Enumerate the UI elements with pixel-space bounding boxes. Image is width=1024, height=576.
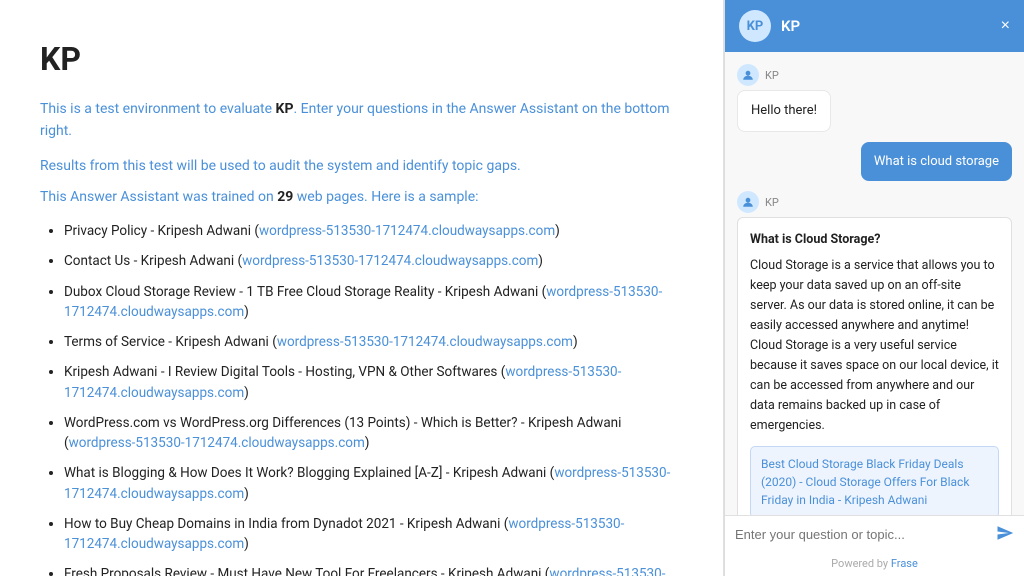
bot-avatar [737, 64, 759, 86]
page-link[interactable]: wordpress-513530-1712474.cloudwaysapps.c… [64, 364, 621, 400]
chat-input[interactable] [735, 527, 988, 542]
chat-messages: KP Hello there! What is cloud storage KP… [725, 52, 1024, 515]
bot-name-2: KP [765, 196, 779, 209]
trained-count: 29 [277, 189, 293, 205]
trained-text: This Answer Assistant was trained on 29 … [40, 189, 683, 205]
page-link[interactable]: wordpress-513530-1712474.cloudwaysapps.c… [64, 566, 665, 576]
page-link[interactable]: wordpress-513530-1712474.cloudwaysapps.c… [64, 465, 670, 501]
bot-avatar-2 [737, 191, 759, 213]
list-item: Dubox Cloud Storage Review - 1 TB Free C… [64, 282, 683, 323]
trained-prefix: This Answer Assistant was trained on [40, 189, 277, 205]
powered-by-row: Powered by Frase [725, 553, 1024, 576]
list-item: Terms of Service - Kripesh Adwani (wordp… [64, 332, 683, 352]
answer-card: What is Cloud Storage? Cloud Storage is … [737, 217, 1012, 515]
list-item: Privacy Policy - Kripesh Adwani (wordpre… [64, 221, 683, 241]
trained-suffix: web pages. Here is a sample: [293, 189, 478, 205]
send-button[interactable] [996, 524, 1014, 545]
page-link[interactable]: wordpress-513530-1712474.cloudwaysapps.c… [64, 284, 662, 320]
chat-header-title: KP [781, 17, 991, 35]
page-link[interactable]: wordpress-513530-1712474.cloudwaysapps.c… [69, 435, 365, 451]
bot-label-row-2: KP [737, 191, 1012, 213]
intro-audit: Results from this test will be used to a… [40, 155, 683, 177]
main-content: KP This is a test environment to evaluat… [0, 0, 724, 576]
list-item: How to Buy Cheap Domains in India from D… [64, 514, 683, 555]
chat-header: KP KP × [725, 0, 1024, 52]
powered-by-text: Powered by [831, 557, 891, 570]
pages-list: Privacy Policy - Kripesh Adwani (wordpre… [40, 221, 683, 576]
user-query-message: What is cloud storage [861, 142, 1012, 182]
intro-bold: KP [276, 101, 294, 117]
page-link[interactable]: wordpress-513530-1712474.cloudwaysapps.c… [64, 516, 624, 552]
answer-title: What is Cloud Storage? [750, 230, 999, 250]
list-item: What is Blogging & How Does It Work? Blo… [64, 463, 683, 504]
page-link[interactable]: wordpress-513530-1712474.cloudwaysapps.c… [242, 253, 538, 269]
list-item: Contact Us - Kripesh Adwani (wordpress-5… [64, 251, 683, 271]
chat-input-row [725, 515, 1024, 553]
list-item: Kripesh Adwani - I Review Digital Tools … [64, 362, 683, 403]
chat-close-button[interactable]: × [1001, 18, 1010, 34]
page-title: KP [40, 40, 683, 78]
intro-paragraph: This is a test environment to evaluate K… [40, 98, 683, 143]
list-item: Fresh Proposals Review - Must Have New T… [64, 564, 683, 576]
page-link[interactable]: wordpress-513530-1712474.cloudwaysapps.c… [259, 223, 555, 239]
answer-body: Cloud Storage is a service that allows y… [750, 256, 999, 436]
bot-label-row: KP [737, 64, 1012, 86]
bot-name: KP [765, 69, 779, 82]
page-link[interactable]: wordpress-513530-1712474.cloudwaysapps.c… [277, 334, 573, 350]
chat-header-avatar: KP [739, 10, 771, 42]
powered-by-link[interactable]: Frase [891, 557, 918, 570]
list-item: WordPress.com vs WordPress.org Differenc… [64, 413, 683, 454]
chat-panel: KP KP × KP Hello there! What is cloud st… [724, 0, 1024, 576]
answer-source-link[interactable]: Best Cloud Storage Black Friday Deals (2… [750, 446, 999, 515]
intro-text-1: This is a test environment to evaluate [40, 101, 276, 117]
bot-hello-message: Hello there! [737, 90, 831, 132]
